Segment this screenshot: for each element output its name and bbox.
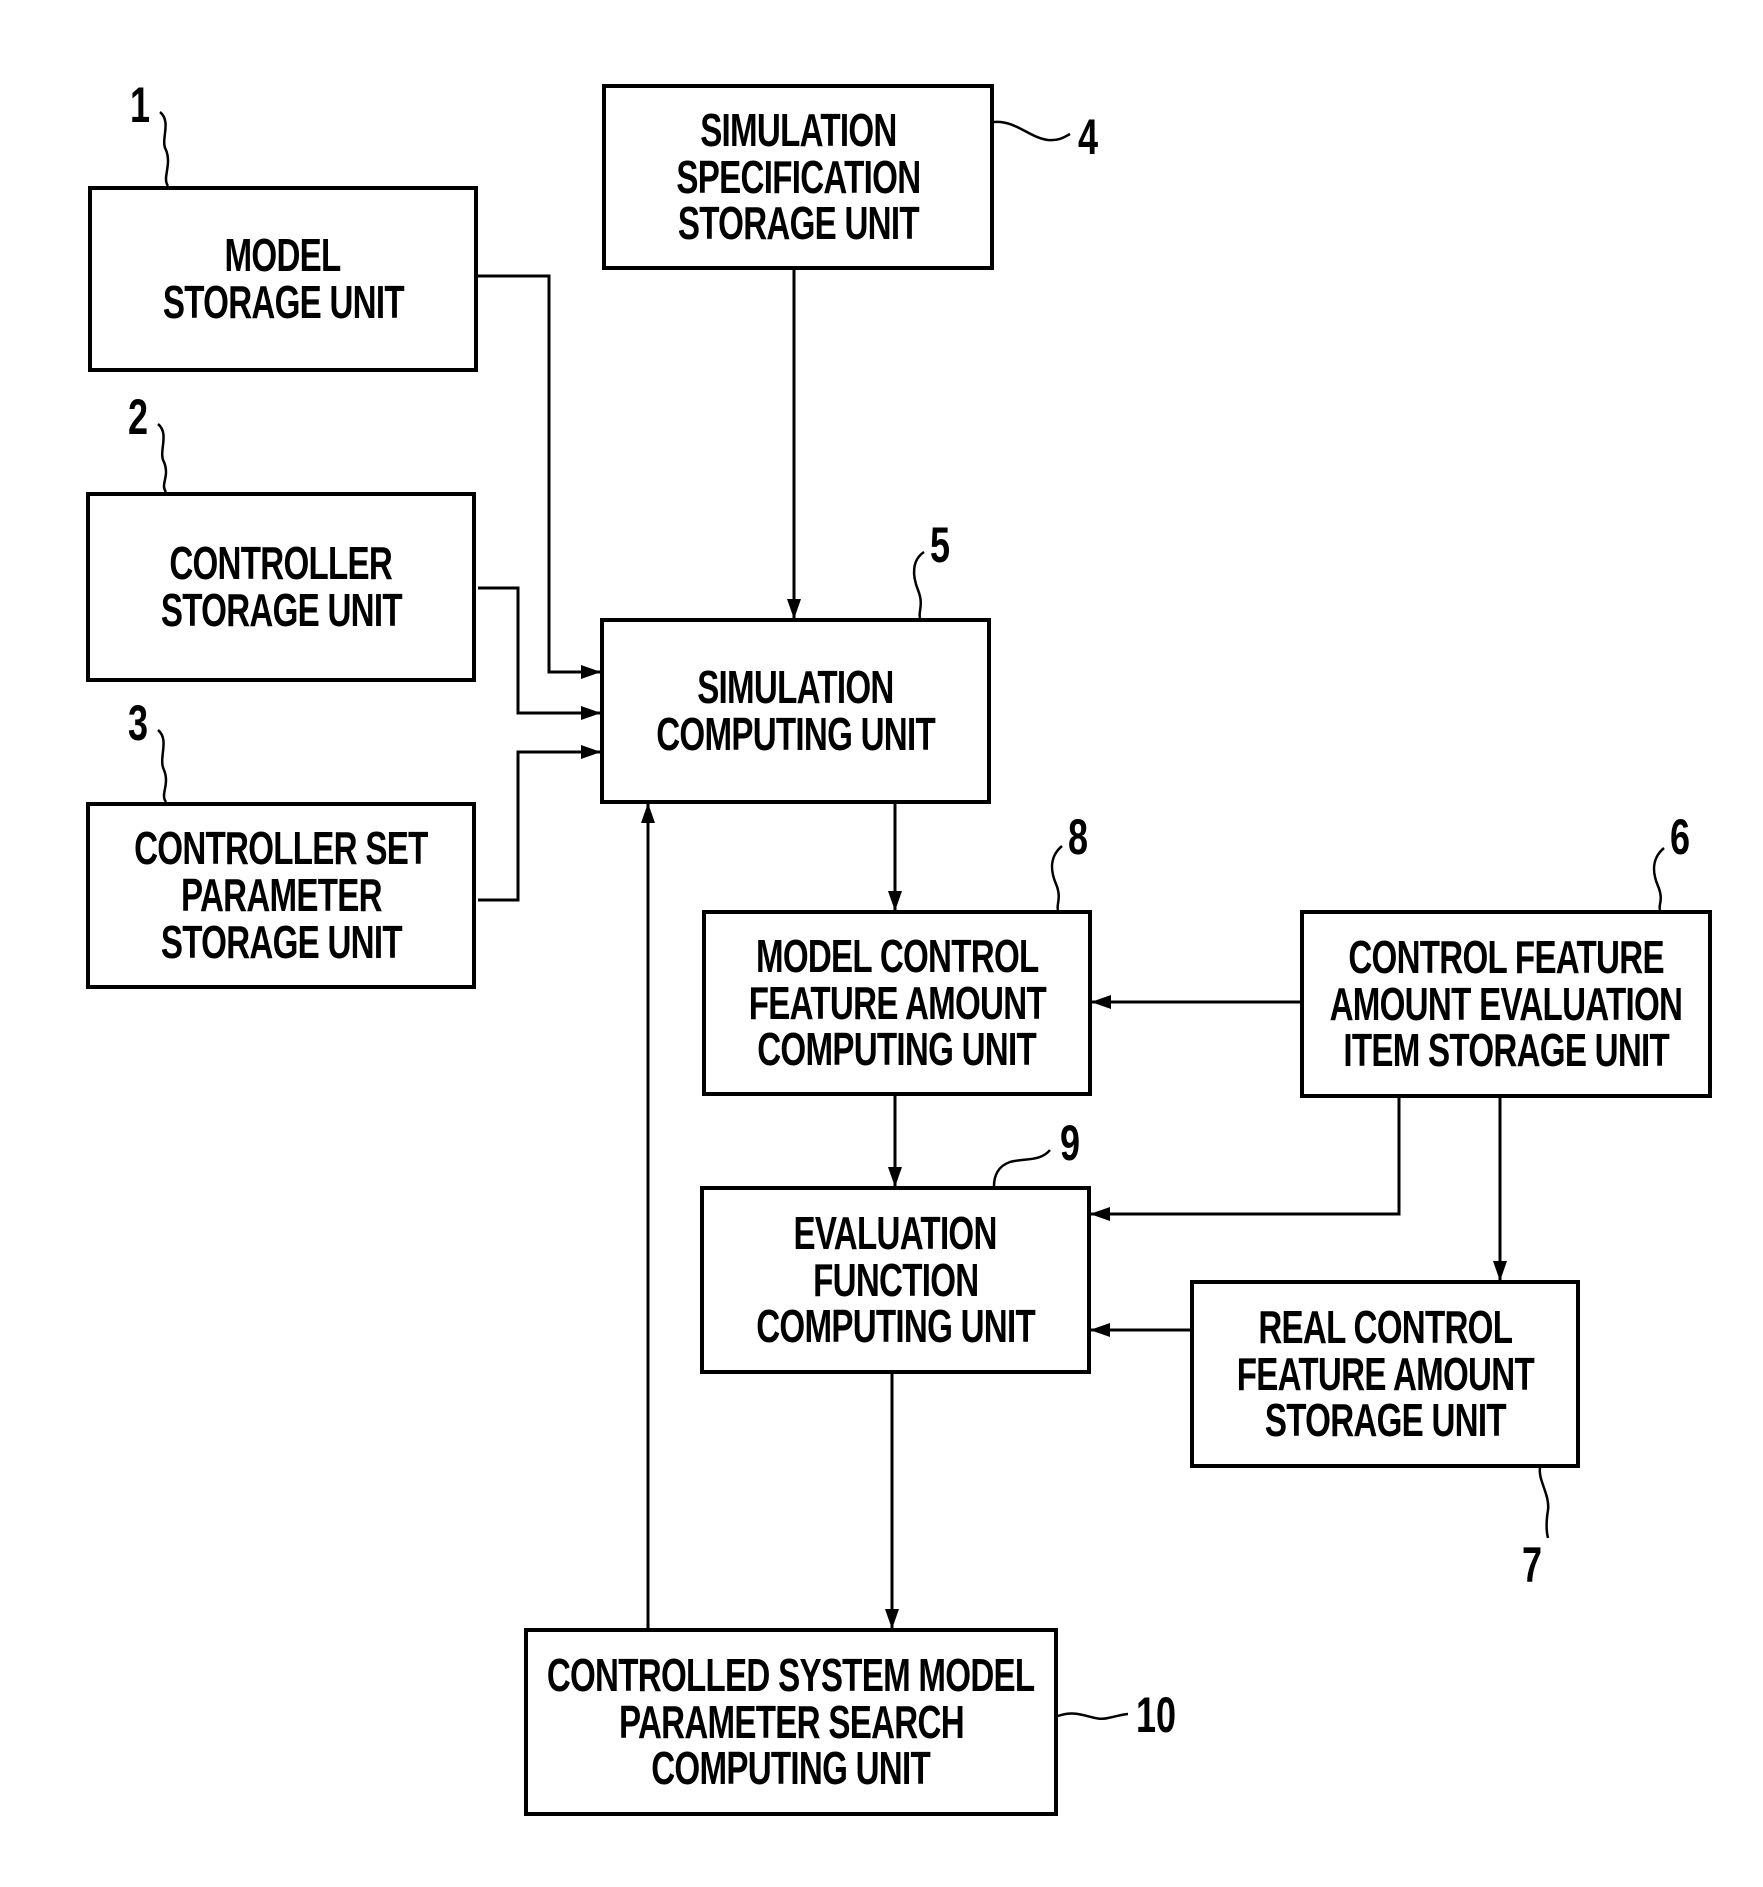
leader-line-4 [993, 120, 1071, 142]
model-storage-unit-label-line: MODEL [224, 229, 342, 282]
simulation-specification-storage-unit-label-line: SIMULATION [699, 103, 897, 156]
model-storage-unit: MODEL STORAGE UNIT [88, 186, 478, 372]
real-control-feature-amount-storage-unit-label-line: FEATURE AMOUNT [1236, 1347, 1534, 1400]
block-diagram: MODEL STORAGE UNIT 1 CONTROLLER STORAGE UNIT… [0, 0, 1763, 1887]
simulation-computing-unit-label-line: SIMULATION [697, 661, 894, 714]
leader-line-8 [1050, 845, 1063, 911]
evaluation-function-computing-unit-label-line: EVALUATION [793, 1206, 998, 1259]
reference-numeral-7: 7 [1522, 1537, 1543, 1593]
leader-line-5 [912, 550, 925, 619]
arrow-2-to-5 [478, 586, 601, 720]
arrow-6-to-9 [1090, 1098, 1401, 1221]
model-control-feature-amount-computing-unit-label-line: FEATURE AMOUNT [748, 976, 1046, 1029]
leader-line-10 [1057, 1712, 1129, 1720]
reference-numeral-4: 4 [1078, 109, 1099, 165]
real-control-feature-amount-storage-unit-label-line: REAL CONTROL [1258, 1300, 1513, 1353]
control-feature-amount-evaluation-item-storage-unit-label-line: AMOUNT EVALUATION [1329, 977, 1683, 1030]
controlled-system-model-parameter-search-computing-unit-label-line: CONTROLLED SYSTEM MODEL [547, 1648, 1035, 1701]
controller-storage-unit-label-line: STORAGE UNIT [160, 584, 402, 636]
leader-line-6 [1652, 847, 1665, 911]
controller-set-parameter-storage-unit-label-line: STORAGE UNIT [160, 915, 402, 968]
controller-set-parameter-storage-unit: CONTROLLER SET PARAMETER STORAGE UNIT [86, 802, 476, 989]
simulation-specification-storage-unit-label-line: STORAGE UNIT [677, 197, 919, 250]
arrow-1-to-5 [478, 274, 601, 679]
model-control-feature-amount-computing-unit-label-line: COMPUTING UNIT [757, 1023, 1038, 1076]
reference-numeral-2: 2 [128, 389, 149, 445]
leader-line-7 [1538, 1467, 1550, 1539]
reference-numeral-8: 8 [1068, 809, 1089, 865]
simulation-specification-storage-unit-label-line: SPECIFICATION [676, 150, 921, 203]
real-control-feature-amount-storage-unit: REAL CONTROL FEATURE AMOUNT STORAGE UNIT [1190, 1280, 1580, 1468]
model-storage-unit-label-line: STORAGE UNIT [162, 276, 404, 328]
reference-numeral-1: 1 [130, 77, 151, 133]
control-feature-amount-evaluation-item-storage-unit-label-line: CONTROL FEATURE [1348, 930, 1664, 983]
controller-set-parameter-storage-unit-label-line: CONTROLLER SET [134, 822, 428, 875]
evaluation-function-computing-unit: EVALUATION FUNCTION COMPUTING UNIT [700, 1186, 1091, 1374]
controller-storage-unit-label-line: CONTROLLER [169, 537, 394, 590]
evaluation-function-computing-unit-label-line: FUNCTION [812, 1253, 979, 1306]
real-control-feature-amount-storage-unit-label-line: STORAGE UNIT [1264, 1394, 1506, 1447]
leader-line-3 [157, 729, 168, 803]
controlled-system-model-parameter-search-computing-unit: CONTROLLED SYSTEM MODEL PARAMETER SEARCH C… [524, 1628, 1058, 1816]
arrow-3-to-5 [478, 745, 601, 902]
controller-set-parameter-storage-unit-label-line: PARAMETER [180, 869, 383, 922]
leader-line-2 [157, 423, 168, 493]
model-control-feature-amount-computing-unit: MODEL CONTROL FEATURE AMOUNT COMPUTING UNI… [702, 910, 1092, 1096]
evaluation-function-computing-unit-label-line: COMPUTING UNIT [756, 1300, 1036, 1353]
reference-numeral-10: 10 [1136, 1687, 1177, 1743]
reference-numeral-6: 6 [1670, 809, 1691, 865]
controller-storage-unit: CONTROLLER STORAGE UNIT [86, 492, 476, 682]
model-control-feature-amount-computing-unit-label-line: MODEL CONTROL [755, 929, 1039, 982]
control-feature-amount-evaluation-item-storage-unit-label-line: ITEM STORAGE UNIT [1343, 1024, 1669, 1077]
controlled-system-model-parameter-search-computing-unit-label-line: PARAMETER SEARCH [618, 1695, 965, 1748]
reference-numeral-3: 3 [128, 695, 149, 751]
leader-line-9 [992, 1149, 1051, 1187]
leader-line-1 [159, 111, 170, 187]
simulation-computing-unit-label-line: COMPUTING UNIT [656, 708, 936, 760]
control-feature-amount-evaluation-item-storage-unit: CONTROL FEATURE AMOUNT EVALUATION ITEM STO… [1300, 910, 1712, 1098]
reference-numeral-9: 9 [1060, 1115, 1081, 1171]
simulation-computing-unit: SIMULATION COMPUTING UNIT [600, 618, 991, 804]
controlled-system-model-parameter-search-computing-unit-label-line: COMPUTING UNIT [651, 1742, 932, 1795]
simulation-specification-storage-unit: SIMULATION SPECIFICATION STORAGE UNIT [602, 84, 994, 270]
reference-numeral-5: 5 [930, 517, 951, 573]
